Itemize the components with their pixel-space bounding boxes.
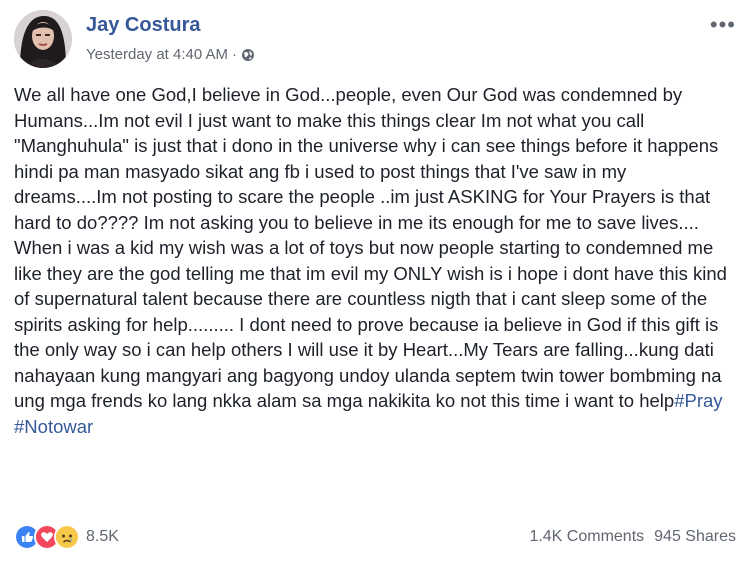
post-header: Jay Costura Yesterday at 4:40 AM · ••• [14, 10, 736, 72]
post-body: We all have one God,I believe in God...p… [14, 82, 734, 439]
globe-icon [241, 48, 255, 62]
comments-count[interactable]: 1.4K Comments [529, 528, 644, 546]
post-footer: 8.5K 1.4K Comments 945 Shares [14, 522, 736, 552]
shares-count[interactable]: 945 Shares [654, 528, 736, 546]
reactions-summary[interactable]: 8.5K [14, 524, 119, 550]
avatar[interactable] [14, 10, 72, 68]
hashtag-notowar[interactable]: #Notowar [14, 416, 93, 437]
timestamp[interactable]: Yesterday at 4:40 AM [86, 46, 228, 63]
more-options-button[interactable]: ••• [710, 12, 736, 38]
sad-icon [54, 524, 80, 550]
post-meta: Yesterday at 4:40 AM · [86, 46, 255, 63]
engagement-stats: 1.4K Comments 945 Shares [529, 528, 736, 546]
post-text: We all have one God,I believe in God...p… [14, 84, 727, 411]
meta-separator: · [232, 46, 238, 63]
author-name[interactable]: Jay Costura [86, 14, 201, 37]
hashtag-pray[interactable]: #Pray [674, 390, 722, 411]
reaction-count[interactable]: 8.5K [86, 528, 119, 546]
